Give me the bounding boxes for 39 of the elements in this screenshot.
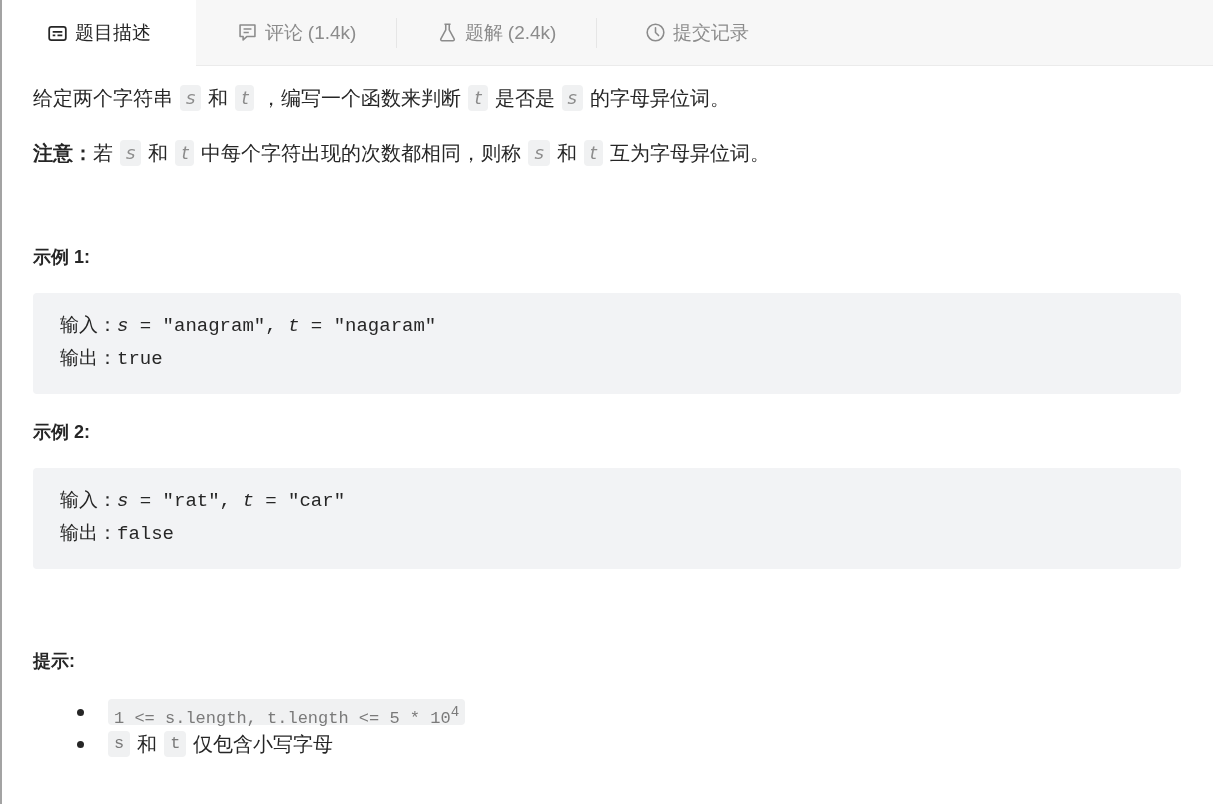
example-heading: 示例 1: — [33, 246, 91, 269]
code-line: 输出：false — [60, 522, 175, 547]
tab[interactable]: 题目描述 — [2, 0, 196, 66]
description-text: 若 — [93, 140, 113, 166]
inline-code: t — [164, 731, 187, 757]
example-heading: 示例 2: — [33, 421, 91, 444]
inline-code: s — [108, 731, 131, 757]
inline-code: s — [180, 85, 202, 111]
code-line: 输入：s = "anagram", t = "nagaram" — [60, 314, 438, 339]
description-text: ，编写一个函数来判断 — [261, 85, 462, 111]
clock-icon — [644, 22, 666, 43]
inline-code: t — [175, 140, 195, 166]
inline-code: s — [120, 140, 142, 166]
description-text: 互为字母异位词。 — [609, 140, 770, 166]
bullet-icon — [77, 708, 84, 716]
inline-code: t — [583, 140, 603, 166]
description-text: 和 — [208, 85, 229, 111]
speech-bubble-icon — [236, 22, 258, 43]
bullet-icon — [77, 740, 84, 748]
inline-code: s — [528, 140, 550, 166]
description-text: 的字母异位词。 — [589, 85, 730, 111]
tab[interactable]: 提交记录 — [597, 0, 796, 66]
tab[interactable]: 题解 (2.4k) — [397, 0, 596, 66]
inline-code: s — [561, 85, 583, 111]
description-text: 和 — [148, 140, 169, 166]
description-text: 是否是 — [494, 85, 555, 111]
inline-code: t — [235, 85, 255, 111]
inline-code: 1 <= s.length, t.length <= 5 * 10$^{4}$ — [108, 699, 466, 725]
description-text: 和 — [137, 731, 158, 757]
description-text: 给定两个字符串 — [33, 85, 173, 111]
note-label: 注意： — [33, 140, 93, 166]
tab[interactable]: 评论 (1.4k) — [197, 0, 396, 66]
code-line: 输出：true — [60, 347, 164, 372]
hints-heading: 提示: — [33, 650, 76, 673]
code-line: 输入：s = "rat", t = "car" — [60, 489, 347, 514]
description-text: 仅包含小写字母 — [193, 731, 334, 757]
inline-code: t — [468, 85, 488, 111]
description-text: 和 — [556, 140, 577, 166]
description-text: 中每个字符出现的次数都相同，则称 — [201, 140, 522, 166]
